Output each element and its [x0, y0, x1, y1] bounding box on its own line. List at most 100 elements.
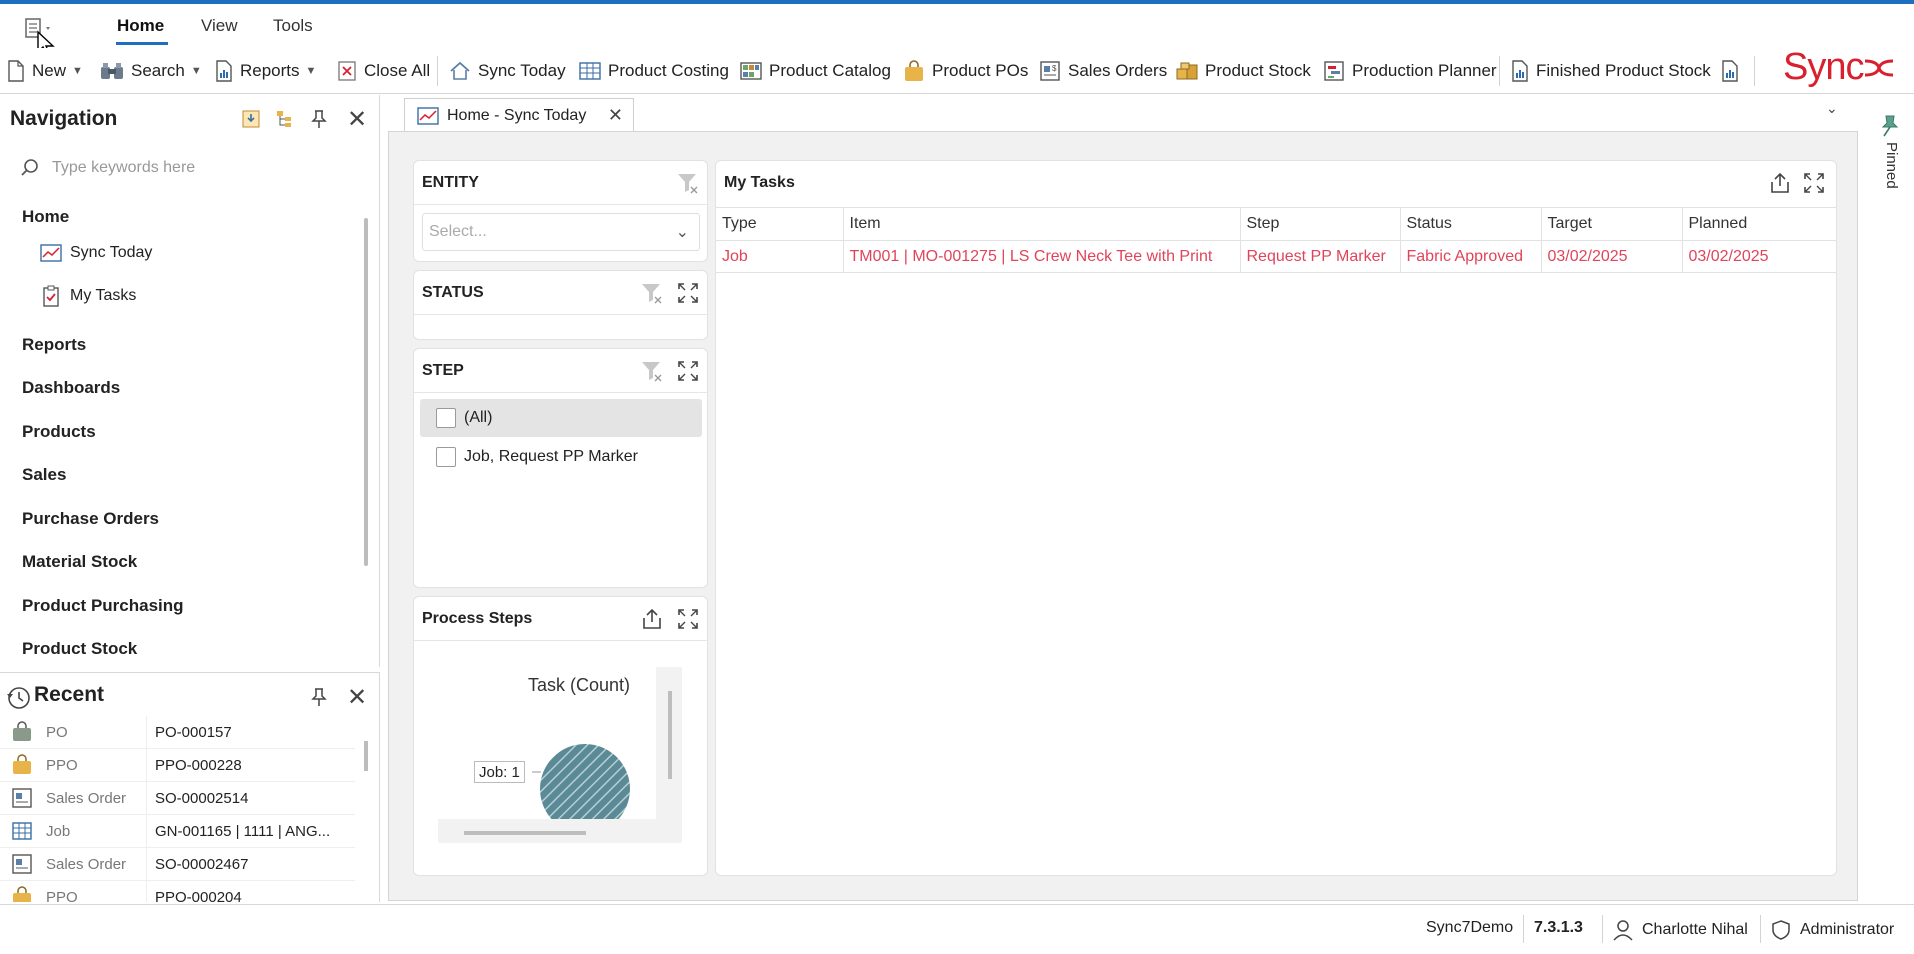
pin-navigation-button[interactable] — [307, 107, 331, 131]
cell-status[interactable]: Fabric Approved — [1400, 240, 1542, 273]
nav-group-product-purchasing[interactable]: Product Purchasing — [22, 596, 184, 616]
export-icon[interactable] — [640, 607, 664, 631]
tasks-table: Type Item Step Status Target Planned Job… — [716, 207, 1836, 273]
search-button[interactable]: Search ▼ — [99, 56, 202, 86]
sales-order-icon: $ — [1040, 61, 1060, 81]
recent-pane: Recent ✕ PO PO-000157 PPO PPO-000228 Sal… — [0, 672, 380, 902]
column-header-status[interactable]: Status — [1400, 207, 1542, 241]
close-tab-icon[interactable]: ✕ — [608, 105, 623, 126]
export-icon[interactable] — [1768, 171, 1792, 195]
nav-item-label: My Tasks — [70, 287, 137, 304]
menu-bar: Home View Tools — [0, 4, 1914, 57]
recent-item-value: PO-000157 — [146, 716, 355, 748]
cell-target[interactable]: 03/02/2025 — [1541, 240, 1683, 273]
sales-order-icon — [12, 788, 32, 808]
product-pos-button[interactable]: Product POs — [902, 56, 1028, 86]
nav-group-reports[interactable]: Reports — [22, 335, 86, 355]
cell-item[interactable]: TM001 | MO-001275 | LS Crew Neck Tee wit… — [843, 240, 1241, 273]
nav-item-my-tasks[interactable]: My Tasks — [40, 285, 136, 307]
column-header-type[interactable]: Type — [716, 207, 844, 241]
recent-scrollbar[interactable] — [364, 741, 368, 771]
navigation-search[interactable]: Type keywords here — [20, 153, 360, 183]
maximize-icon[interactable] — [676, 359, 700, 383]
collapse-all-button[interactable] — [273, 107, 297, 131]
role-name: Administrator — [1800, 921, 1895, 938]
product-costing-button[interactable]: Product Costing — [578, 56, 729, 86]
clear-filter-icon[interactable] — [640, 359, 664, 383]
column-header-planned[interactable]: Planned — [1682, 207, 1836, 241]
nav-group-dashboards[interactable]: Dashboards — [22, 378, 120, 398]
tab-home[interactable]: Home — [117, 16, 164, 36]
dashboard-area: ENTITY Select... ⌄ STATUS STEP (All) Job… — [388, 131, 1858, 901]
column-header-item[interactable]: Item — [843, 207, 1241, 241]
nav-item-sync-today[interactable]: Sync Today — [40, 243, 152, 263]
cell-step[interactable]: Request PP Marker — [1240, 240, 1401, 273]
step-option-checkbox[interactable] — [436, 408, 456, 428]
cell-planned[interactable]: 03/02/2025 — [1682, 240, 1836, 273]
pie-slice-job[interactable] — [540, 744, 630, 819]
entity-select[interactable]: Select... ⌄ — [422, 213, 700, 251]
nav-group-product-stock[interactable]: Product Stock — [22, 639, 137, 659]
recent-item[interactable]: PPO PPO-000204 — [0, 881, 355, 902]
recent-item-type: PPO — [46, 756, 78, 774]
table-row[interactable]: Job TM001 | MO-001275 | LS Crew Neck Tee… — [716, 240, 1836, 273]
pin-recent-button[interactable] — [307, 685, 331, 709]
nav-group-purchase-orders[interactable]: Purchase Orders — [22, 509, 159, 529]
pie-data-label: Job: 1 — [474, 761, 525, 783]
nav-group-home[interactable]: Home — [22, 207, 69, 227]
tab-view[interactable]: View — [201, 16, 238, 36]
step-option-label: Job, Request PP Marker — [464, 448, 639, 465]
maximize-icon[interactable] — [676, 281, 700, 305]
reports-button[interactable]: Reports ▼ — [214, 56, 316, 86]
production-planner-button[interactable]: Production Planner — [1322, 56, 1497, 86]
chart-vertical-scrollbar[interactable] — [668, 691, 672, 779]
clipboard-check-icon — [43, 285, 59, 307]
sync-today-button[interactable]: Sync Today — [448, 56, 566, 86]
maximize-icon[interactable] — [1802, 171, 1826, 195]
recent-item[interactable]: PPO PPO-000228 — [0, 749, 355, 782]
more-reports-button[interactable] — [1720, 56, 1740, 86]
close-all-button[interactable]: Close All — [336, 56, 430, 86]
close-recent-button[interactable]: ✕ — [345, 684, 369, 711]
expand-tree-icon — [242, 110, 260, 128]
product-catalog-button[interactable]: Product Catalog — [739, 56, 891, 86]
recent-item[interactable]: PO PO-000157 — [0, 716, 355, 749]
planner-icon — [1324, 61, 1344, 81]
recent-item-value: GN-001165 | 1111 | ANG... — [146, 815, 355, 847]
nav-group-material-stock[interactable]: Material Stock — [22, 552, 137, 572]
tab-list-chevron-icon[interactable]: ⌄ — [1826, 100, 1838, 117]
new-button[interactable]: New ▼ — [6, 56, 83, 86]
cell-type[interactable]: Job — [716, 240, 844, 273]
finished-product-stock-button[interactable]: Finished Product Stock — [1510, 56, 1711, 86]
column-header-step[interactable]: Step — [1240, 207, 1401, 241]
column-header-target[interactable]: Target — [1541, 207, 1683, 241]
entity-filter-title: ENTITY — [422, 174, 479, 191]
step-option-checkbox[interactable] — [436, 447, 456, 467]
recent-item[interactable]: Sales Order SO-00002514 — [0, 782, 355, 815]
clear-filter-icon[interactable] — [640, 281, 664, 305]
user-role[interactable]: Administrator — [1770, 919, 1894, 941]
navigation-search-placeholder[interactable]: Type keywords here — [52, 159, 195, 177]
nav-group-products[interactable]: Products — [22, 422, 96, 442]
recent-item[interactable]: Sales Order SO-00002467 — [0, 848, 355, 881]
expand-all-button[interactable] — [239, 107, 263, 131]
nav-item-label: Sync Today — [70, 244, 153, 261]
product-pos-label: Product POs — [932, 61, 1029, 80]
tasks-header-row: Type Item Step Status Target Planned — [716, 207, 1836, 241]
recent-item[interactable]: Job GN-001165 | 1111 | ANG... — [0, 815, 355, 848]
step-option-job-request-pp-marker[interactable]: Job, Request PP Marker — [420, 439, 702, 475]
step-option-all[interactable]: (All) — [420, 399, 702, 437]
navigation-scrollbar[interactable] — [364, 218, 368, 566]
clear-filter-icon[interactable] — [676, 171, 700, 195]
product-stock-button[interactable]: Product Stock — [1175, 56, 1311, 86]
sales-orders-button[interactable]: $ Sales Orders — [1038, 56, 1167, 86]
nav-group-sales[interactable]: Sales — [22, 465, 66, 485]
current-user[interactable]: Charlotte Nihal — [1612, 919, 1748, 941]
report-icon — [1512, 60, 1528, 82]
maximize-icon[interactable] — [676, 607, 700, 631]
close-navigation-button[interactable]: ✕ — [345, 106, 369, 133]
pinned-side-tab[interactable]: Pinned — [1870, 108, 1914, 208]
chart-horizontal-scrollbar[interactable] — [464, 831, 586, 835]
tab-home-sync-today[interactable]: Home - Sync Today ✕ — [404, 98, 634, 132]
tab-tools[interactable]: Tools — [273, 16, 313, 36]
